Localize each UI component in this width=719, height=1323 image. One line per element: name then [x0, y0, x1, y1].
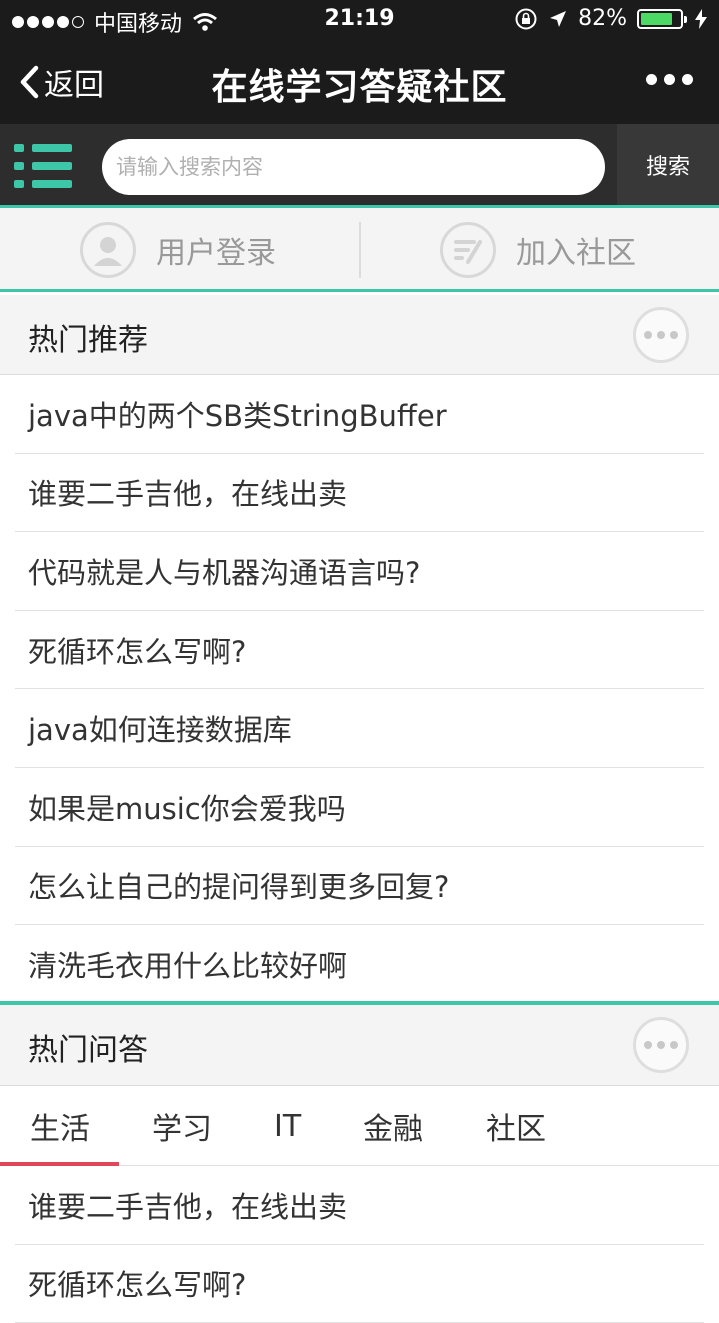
status-bar: 中国移动 21:19 82% [0, 0, 719, 40]
battery-percent: 82% [578, 6, 627, 31]
location-arrow-icon [550, 10, 567, 27]
divider [359, 222, 361, 278]
nav-bar: 返回 在线学习答疑社区 [0, 40, 719, 124]
more-dot-icon [670, 331, 678, 339]
tab-study[interactable]: 学习 [152, 1086, 212, 1166]
charging-bolt-icon [695, 8, 707, 29]
action-row: 用户登录 加入社区 [0, 208, 719, 292]
tab-community[interactable]: 社区 [486, 1086, 546, 1166]
tab-it[interactable]: IT [274, 1086, 301, 1166]
category-tabs: 生活 学习 IT 金融 社区 [0, 1086, 719, 1166]
tab-finance[interactable]: 金融 [363, 1086, 423, 1166]
rotation-lock-icon [515, 8, 537, 29]
edit-note-icon [440, 222, 496, 278]
more-options-button[interactable] [646, 74, 693, 85]
more-dot-icon [644, 331, 652, 339]
list-item[interactable]: 清洗毛衣用什么比较好啊 [15, 925, 704, 1004]
hot-recommend-list: java中的两个SB类StringBuffer 谁要二手吉他，在线出卖 代码就是… [0, 375, 719, 1004]
more-dot-icon [670, 1041, 678, 1049]
more-dot-icon [657, 1041, 665, 1049]
list-item[interactable]: java中的两个SB类StringBuffer [15, 375, 704, 454]
page-title: 在线学习答疑社区 [211, 67, 508, 108]
section-title: 热门问答 [28, 1033, 148, 1068]
search-input[interactable] [102, 139, 605, 195]
search-button[interactable]: 搜索 [617, 124, 719, 205]
user-login-label: 用户登录 [156, 236, 276, 271]
more-dot-icon [646, 74, 657, 85]
more-dot-icon [657, 331, 665, 339]
list-item[interactable]: 死循环怎么写啊? [15, 1245, 704, 1323]
join-community-button[interactable]: 加入社区 [440, 208, 636, 292]
search-bar: 搜索 [0, 124, 719, 208]
list-item[interactable]: 谁要二手吉他，在线出卖 [15, 1166, 704, 1245]
tab-life[interactable]: 生活 [30, 1086, 90, 1166]
more-dot-icon [682, 74, 693, 85]
list-item[interactable]: java如何连接数据库 [15, 689, 704, 768]
more-button[interactable] [633, 307, 689, 363]
menu-list-icon[interactable] [14, 142, 74, 190]
battery-icon [637, 8, 687, 29]
user-avatar-icon [80, 222, 136, 278]
user-login-button[interactable]: 用户登录 [80, 208, 276, 292]
more-button[interactable] [633, 1017, 689, 1073]
list-item[interactable]: 如果是music你会爱我吗 [15, 768, 704, 847]
hot-qa-list: 谁要二手吉他，在线出卖 死循环怎么写啊? [0, 1166, 719, 1323]
section-title: 热门推荐 [28, 323, 148, 358]
list-item[interactable]: 谁要二手吉他，在线出卖 [15, 454, 704, 533]
more-dot-icon [644, 1041, 652, 1049]
join-community-label: 加入社区 [516, 236, 636, 271]
more-dot-icon [664, 74, 675, 85]
list-item[interactable]: 死循环怎么写啊? [15, 611, 704, 690]
list-item[interactable]: 怎么让自己的提问得到更多回复? [15, 847, 704, 926]
list-item[interactable]: 代码就是人与机器沟通语言吗? [15, 532, 704, 611]
hot-qa-header: 热门问答 [0, 1005, 719, 1086]
hot-recommend-header: 热门推荐 [0, 295, 719, 375]
